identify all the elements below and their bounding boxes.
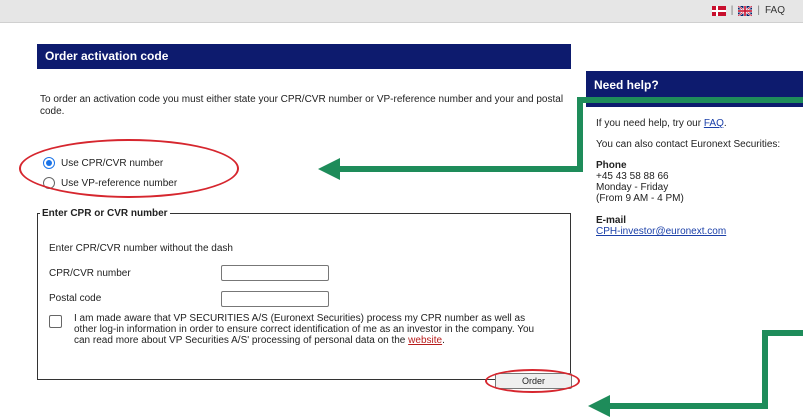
arrow-radios (340, 97, 803, 172)
annotation-arrows (318, 97, 803, 417)
arrow-order (610, 330, 803, 409)
arrow-radios-head-icon (318, 158, 340, 180)
arrow-order-head-icon (588, 395, 610, 417)
